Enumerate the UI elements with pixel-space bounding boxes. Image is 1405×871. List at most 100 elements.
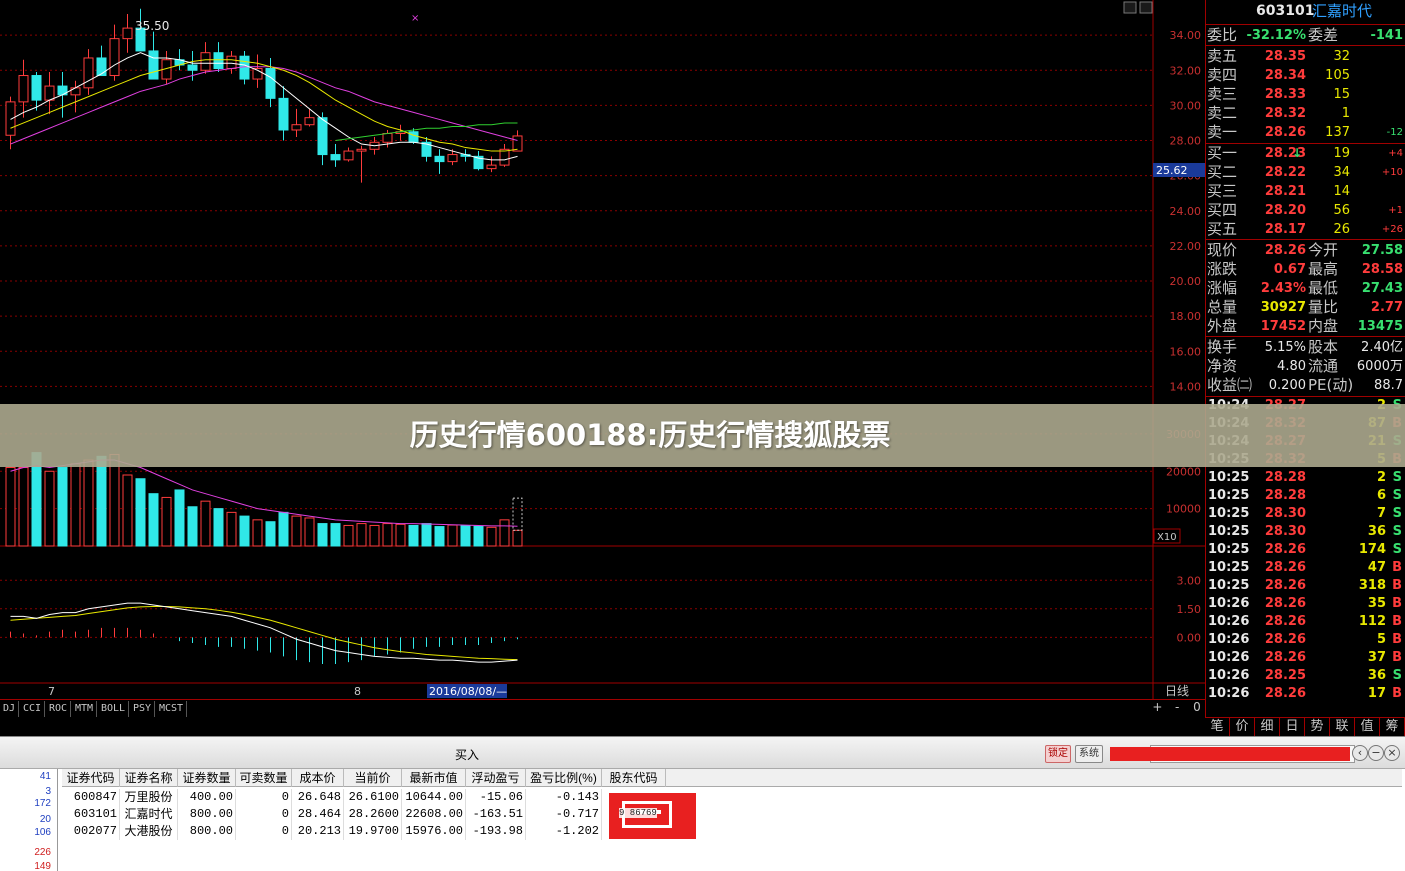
candle-body [291,124,302,131]
high-price-label: 35.50 [135,19,169,33]
level-volume: 19 [1333,146,1350,161]
period-label[interactable]: 日线 [1165,684,1189,698]
date-label-7: 7 [48,685,55,698]
volume-bar [356,523,367,547]
candle-body [304,117,315,126]
candle-body [200,52,211,71]
zoom-out-button[interactable]: - [1169,700,1185,714]
tick-price: 28.25 [1264,668,1306,683]
volume-bar [148,493,159,547]
left-number-column: 41 3 172 20 106 226 149 [0,769,58,871]
indicator-tab-boll[interactable]: BOLL [98,701,130,717]
level-price: 28.35 [1264,49,1306,64]
indicator-tab-mtm[interactable]: MTM [72,701,98,717]
holding-cell: 22608.00 [402,806,466,823]
holding-cell: 万里股份 [120,789,178,806]
column-header: 当前价 [344,769,402,787]
stock-code: 603101 [1256,3,1315,19]
candle-body [109,38,120,77]
quote-tab[interactable]: 值 [1355,718,1380,736]
volume-bar [213,508,224,547]
price-axis-label: 14.00 [1170,380,1202,393]
close-icon[interactable]: × [1384,745,1400,761]
holding-row[interactable]: 600847 万里股份 400.00 0 26.648 26.6100 10644.00 -1… [62,789,682,806]
holding-cell: 大港股份 [120,823,178,840]
candle-body [499,148,510,166]
holding-cell: 15976.00 [402,823,466,840]
chart-restore-icon[interactable] [1123,1,1137,14]
lock-button[interactable]: 锁定 [1045,745,1071,763]
indicator-tab-dj[interactable]: DJ [0,701,20,717]
redacted-box: 9 86769 [609,793,696,839]
tick-side: S [1392,470,1402,485]
macd-axis-label: 3.00 [1177,574,1202,587]
tick-volume: 47 [1367,560,1386,575]
level-change: -12 [1386,127,1403,138]
holding-row[interactable]: 002077 大港股份 800.00 0 20.213 19.9700 15976.00 -1… [62,823,682,840]
stat-row: 涨幅 2.43% 最低 27.43 [1206,279,1405,298]
volume-bar [44,470,55,547]
quote-tab[interactable]: 势 [1305,718,1330,736]
divider [1206,24,1405,25]
tick-row: 10:26 28.26 35 B [1206,595,1405,613]
column-header: 证券名称 [120,769,178,787]
quote-tab[interactable]: 价 [1230,718,1255,736]
stat-row: 涨跌 0.67 最高 28.58 [1206,260,1405,279]
left-number: 20 [39,814,51,825]
price-axis-label: 30.00 [1170,99,1202,112]
quote-tab[interactable]: 日 [1280,718,1305,736]
candle-body [187,64,198,71]
tick-price: 28.28 [1264,470,1306,485]
quote-tab[interactable]: 细 [1255,718,1280,736]
chart-maximize-icon[interactable] [1139,1,1153,14]
volume-bar [239,515,250,547]
quote-tab[interactable]: 联 [1330,718,1355,736]
quote-panel: 603101 汇嘉时代 委比 -32.12% 委差 -141 卖五 28.35 32… [1205,0,1405,717]
stat-label: 今开 [1308,241,1339,259]
holding-row[interactable]: 603101 汇嘉时代 800.00 0 28.464 28.2600 22608.00 -1… [62,806,682,823]
stat-value: 30927 [1260,300,1306,315]
price-axis-label: 22.00 [1170,240,1202,253]
fundamental-label: PE(动) [1308,376,1354,394]
candle-body [226,55,237,70]
indicator-tab-mcst[interactable]: MCST [156,701,188,717]
level-change: +4 [1388,148,1403,159]
candle-body [5,101,16,136]
tick-row: 10:25 28.30 36 S [1206,523,1405,541]
volume-bar [408,524,419,547]
level-price: 28.22 [1264,165,1306,180]
column-header: 成本价 [292,769,344,787]
volume-bar [343,524,354,547]
holding-cell: 20.213 [292,823,344,840]
zoom-in-button[interactable]: + [1149,700,1165,714]
volume-bar [200,500,211,547]
indicator-tab-roc[interactable]: ROC [46,701,72,717]
tick-volume: 35 [1367,596,1386,611]
stat-value: 13475 [1357,319,1403,334]
quote-tab[interactable]: 筹 [1380,718,1405,736]
volume-axis-label: 10000 [1166,503,1201,516]
quote-tab[interactable]: 笔 [1205,718,1230,736]
tick-time: 10:25 [1208,488,1250,503]
indicator-tab-cci[interactable]: CCI [20,701,46,717]
candle-body [408,131,419,143]
column-header: 盈亏比例(%) [526,769,602,787]
back-icon[interactable]: ‹ [1352,745,1368,761]
tick-volume: 37 [1367,650,1386,665]
tick-price: 28.26 [1264,614,1306,629]
column-header: 股东代码 [602,769,666,787]
reset-button[interactable]: 0 [1189,700,1205,714]
banner-overlay: 历史行情600188:历史行情搜狐股票 [0,404,1405,467]
indicator-tab-psy[interactable]: PSY [130,701,156,717]
volume-bar [421,523,432,547]
tick-row: 10:25 28.28 2 S [1206,469,1405,487]
minimize-icon[interactable]: − [1368,745,1384,761]
tick-side: S [1392,668,1402,683]
system-button[interactable]: 系统 [1075,745,1103,763]
holding-cell: 26.648 [292,789,344,806]
level-volume: 26 [1333,222,1350,237]
kline-chart[interactable]: 34.0032.0030.0028.0026.0024.0022.0020.00… [0,0,1205,717]
candle-body [83,57,94,89]
candle-body [122,27,133,40]
tick-row: 10:26 28.26 5 B [1206,631,1405,649]
